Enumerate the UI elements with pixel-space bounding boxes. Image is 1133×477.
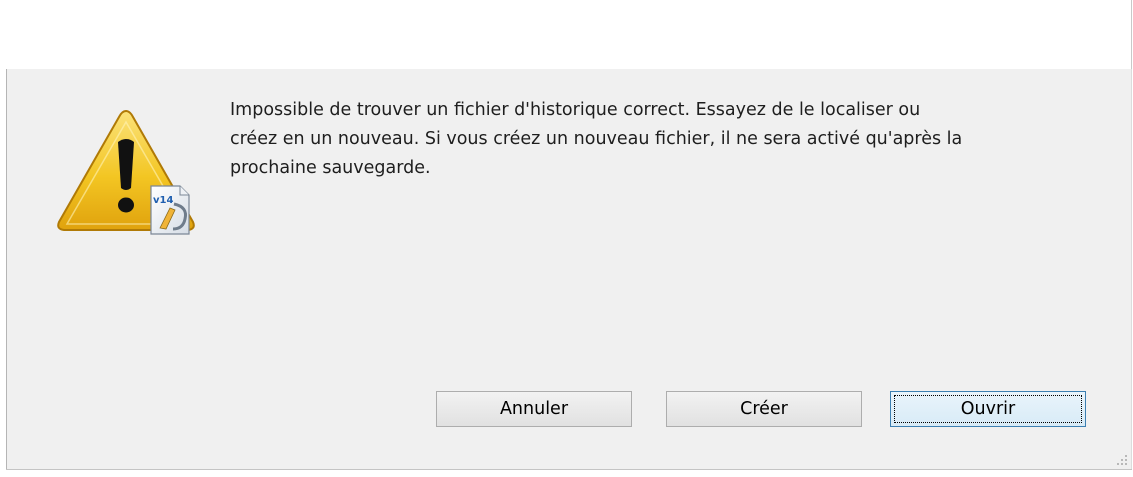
- dialog-border-bottom: [6, 469, 1132, 470]
- open-button[interactable]: Ouvrir: [890, 391, 1086, 427]
- document-badge-icon: v14: [150, 185, 190, 235]
- history-file-dialog: v14 Impossible de trouver un fichier d'h…: [6, 0, 1132, 470]
- create-button[interactable]: Créer: [666, 391, 862, 427]
- message-line: prochaine sauvegarde.: [230, 158, 431, 178]
- message-line: créez en un nouveau. Si vous créez un no…: [230, 129, 963, 149]
- message-line: Impossible de trouver un fichier d'histo…: [230, 100, 921, 120]
- dialog-border-left: [6, 69, 7, 470]
- svg-text:v14: v14: [153, 195, 173, 206]
- warning-icon: v14: [57, 110, 195, 235]
- open-button-label: Ouvrir: [960, 399, 1016, 419]
- dialog-border-right: [1131, 69, 1132, 470]
- dialog-message: Impossible de trouver un fichier d'histo…: [230, 96, 1110, 183]
- cancel-button[interactable]: Annuler: [436, 391, 632, 427]
- dialog-title-area: [6, 0, 1132, 69]
- resize-grip-icon[interactable]: [1115, 453, 1129, 467]
